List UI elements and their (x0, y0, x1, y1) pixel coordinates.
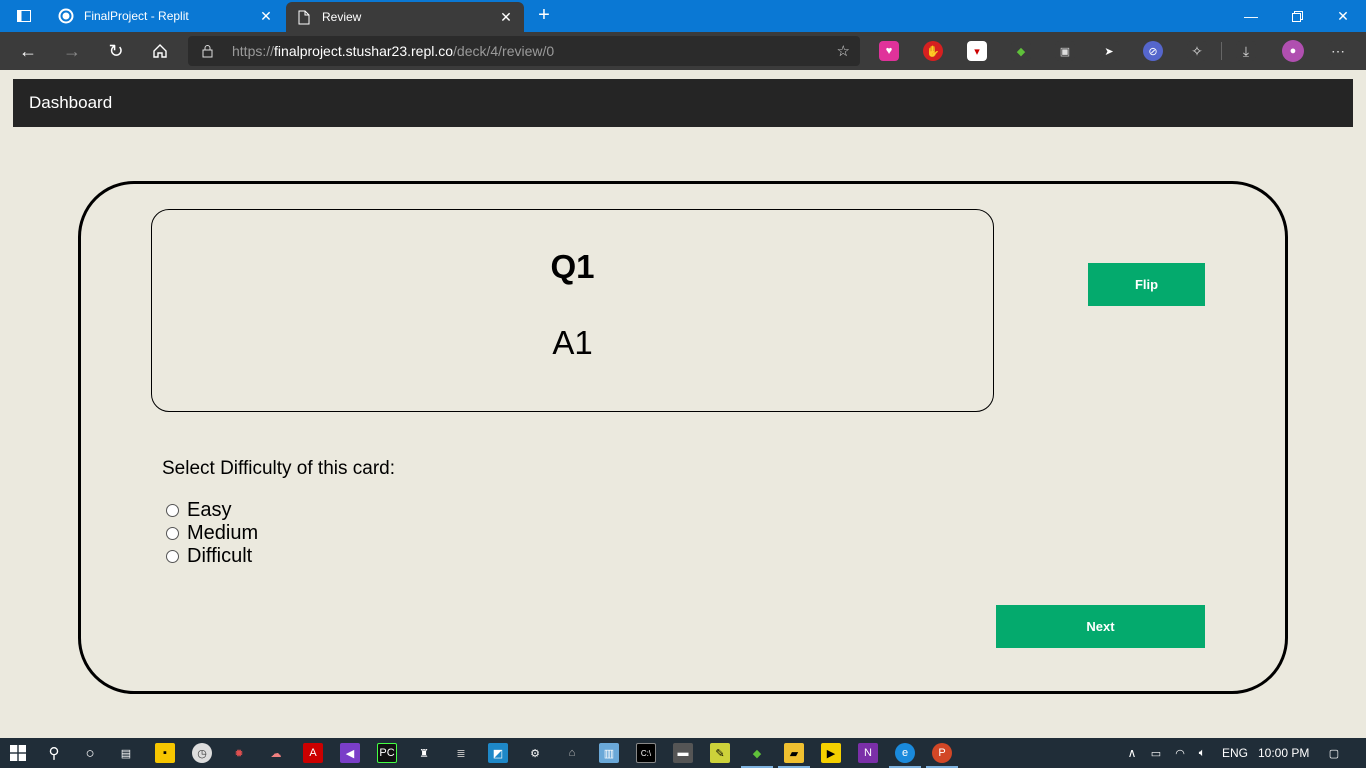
restore-button[interactable] (1274, 0, 1320, 32)
option-label: Easy (187, 499, 232, 521)
windows-taskbar: ⚲ ○ ▤ ▪ ◷ ✹ ☁ A ◀ PC ♜ ≣ ◩ ⚙ ⌂ ▥ C:\ ▬ ✎… (0, 738, 1366, 768)
battery-icon[interactable]: ▭ (1146, 743, 1166, 763)
new-tab-button[interactable]: + (532, 4, 556, 28)
url-text: https://finalproject.stushar23.repl.co/d… (232, 43, 554, 59)
url-scheme: https:// (232, 43, 275, 59)
color-extension-icon[interactable]: ◆ (1011, 41, 1031, 61)
difficulty-option-medium[interactable]: Medium (166, 522, 258, 545)
tab-title: Review (322, 10, 362, 24)
gear-icon[interactable]: ⚙ (525, 743, 545, 763)
clock-time[interactable]: 10:00 PM (1258, 746, 1309, 760)
difficulty-option-difficult[interactable]: Difficult (166, 545, 252, 568)
address-bar[interactable]: https://finalproject.stushar23.repl.co/d… (188, 36, 860, 66)
language-indicator[interactable]: ENG (1222, 746, 1248, 760)
pocket-extension-icon[interactable]: ▾ (967, 41, 987, 61)
powerpoint-icon[interactable]: P (926, 743, 958, 768)
card-answer: A1 (552, 324, 593, 361)
window-app-icon[interactable]: ▬ (673, 743, 693, 763)
top-navbar: Dashboard (13, 79, 1353, 127)
clock-icon[interactable]: ◷ (192, 743, 212, 763)
windows-start-icon[interactable] (8, 743, 28, 763)
media-player-icon[interactable]: ▶ (821, 743, 841, 763)
pycharm-icon[interactable]: PC (377, 743, 397, 763)
lock-icon (202, 44, 218, 58)
page-icon (296, 9, 312, 25)
browser-toolbar: ← → ↻ https://finalproject.stushar23.rep… (0, 32, 1366, 70)
edge-icon[interactable]: e (889, 743, 921, 768)
replit-icon (58, 8, 74, 24)
app-blue-icon[interactable]: ◩ (488, 743, 508, 763)
tab-review[interactable]: Review ✕ (286, 2, 524, 32)
card-question: Q1 (550, 248, 595, 285)
add-favorite-icon[interactable]: ☆ (837, 42, 850, 60)
tab-replit[interactable]: FinalProject - Replit ✕ (48, 0, 284, 32)
flip-button[interactable]: Flip (1088, 263, 1205, 306)
volume-icon[interactable]: 🔈︎ (1192, 743, 1212, 763)
option-label: Medium (187, 522, 259, 544)
radio-button[interactable] (166, 504, 179, 517)
sticky-notes-icon[interactable]: ▪ (155, 743, 175, 763)
screenshot-extension-icon[interactable]: ▣ (1055, 41, 1075, 61)
onenote-icon[interactable]: N (858, 743, 878, 763)
cloud-app-icon[interactable]: ☁ (266, 743, 286, 763)
more-menu-icon[interactable]: ⋯ (1328, 41, 1348, 61)
difficulty-label: Select Difficulty of this card: (162, 458, 396, 479)
notes-icon[interactable]: ✎ (710, 743, 730, 763)
tag-extension-icon[interactable]: ➤ (1099, 41, 1119, 61)
option-label: Difficult (187, 545, 253, 567)
cortana-icon[interactable]: ○ (80, 743, 100, 763)
toolbar-divider (1221, 42, 1222, 60)
notifications-icon[interactable]: ▢ (1324, 743, 1344, 763)
forward-button[interactable]: → (58, 37, 86, 65)
notepad-icon[interactable]: ▥ (599, 743, 619, 763)
radio-button[interactable] (166, 550, 179, 563)
settings-app-icon[interactable]: ✹ (229, 743, 249, 763)
profile-avatar[interactable]: ● (1282, 40, 1304, 62)
close-icon[interactable]: ✕ (258, 8, 274, 25)
radio-button[interactable] (166, 527, 179, 540)
chevron-up-icon[interactable]: ∧ (1122, 743, 1142, 763)
wifi-icon[interactable]: ◠ (1170, 743, 1190, 763)
tab-actions-icon[interactable] (8, 4, 40, 28)
task-view-icon[interactable]: ▤ (116, 743, 136, 763)
search-icon[interactable]: ⚲ (44, 743, 64, 763)
database-icon[interactable]: ≣ (451, 743, 471, 763)
file-explorer-icon[interactable]: ▰ (778, 743, 810, 768)
close-icon[interactable]: ✕ (498, 9, 514, 26)
refresh-button[interactable]: ↻ (102, 37, 130, 65)
back-button[interactable]: ← (14, 37, 42, 65)
acrobat-icon[interactable]: A (303, 743, 323, 763)
next-button[interactable]: Next (996, 605, 1205, 648)
adblock-extension-icon[interactable]: ✋ (923, 41, 943, 61)
network-app-icon[interactable]: ⌂ (562, 743, 582, 763)
shield-extension-icon[interactable]: ♥ (879, 41, 899, 61)
flashcard: Q1 A1 (151, 209, 994, 412)
block-extension-icon[interactable]: ⊘ (1143, 41, 1163, 61)
browser-titlebar: FinalProject - Replit ✕ Review ✕ + — ✕ (0, 0, 1366, 32)
agent-app-icon[interactable]: ♜ (414, 743, 434, 763)
url-host: finalproject.stushar23.repl.co (274, 43, 454, 59)
close-window-button[interactable]: ✕ (1320, 0, 1366, 32)
terminal-icon[interactable]: C:\ (636, 743, 656, 763)
url-path: /deck/4/review/0 (453, 43, 555, 59)
dashboard-link[interactable]: Dashboard (29, 93, 112, 113)
tab-title: FinalProject - Replit (84, 9, 189, 23)
difficulty-option-easy[interactable]: Easy (166, 499, 231, 522)
visual-studio-icon[interactable]: ◀ (340, 743, 360, 763)
color-app-icon[interactable]: ◆ (741, 743, 773, 768)
home-button[interactable] (146, 37, 174, 65)
minimize-button[interactable]: — (1228, 0, 1274, 32)
extensions-icon[interactable]: ✧ (1187, 41, 1207, 61)
download-icon[interactable]: ⤓ (1236, 41, 1256, 61)
